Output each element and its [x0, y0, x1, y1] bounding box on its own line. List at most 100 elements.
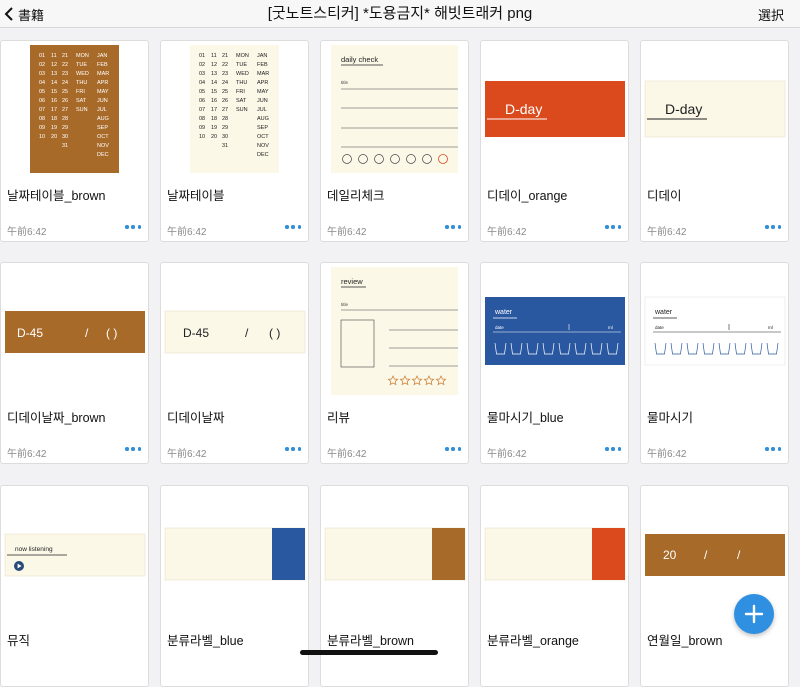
card-time: 午前6:42: [327, 449, 367, 460]
add-button[interactable]: [734, 594, 774, 634]
document-card[interactable]: 분류라벨_blue: [160, 485, 309, 687]
document-card[interactable]: 20 / / 연월일_brown: [640, 485, 789, 687]
svg-text:FEB: FEB: [97, 62, 108, 68]
svg-text:JUL: JUL: [97, 107, 107, 113]
svg-text:06: 06: [199, 98, 205, 104]
svg-text:DEC: DEC: [97, 152, 109, 158]
svg-text:JUN: JUN: [97, 98, 108, 104]
svg-text:13: 13: [211, 71, 217, 77]
select-button[interactable]: 選択: [758, 5, 784, 24]
svg-text:16: 16: [51, 98, 57, 104]
card-time: 午前6:42: [647, 227, 687, 238]
review-heading: review: [341, 277, 363, 286]
document-card[interactable]: water date ml 물마시기_blue 午前6:42: [480, 262, 629, 464]
svg-text:27: 27: [62, 107, 68, 113]
thumbnail: [161, 486, 308, 622]
svg-text:01: 01: [199, 53, 205, 59]
card-title: 디데이날짜: [167, 411, 225, 425]
svg-text:SAT: SAT: [236, 98, 247, 104]
ellipsis-icon[interactable]: [765, 221, 781, 233]
water-heading: water: [494, 309, 513, 316]
thumbnail: D-day: [641, 41, 788, 177]
card-title: 디데이_orange: [487, 189, 568, 203]
ellipsis-icon[interactable]: [445, 221, 461, 233]
svg-text:25: 25: [62, 89, 68, 95]
document-card[interactable]: 분류라벨_brown: [320, 485, 469, 687]
document-card[interactable]: D-day 디데이 午前6:42: [640, 40, 789, 242]
card-time: 午前6:42: [167, 449, 207, 460]
thumbnail: now listening: [1, 486, 148, 622]
water-date: date: [655, 325, 664, 330]
svg-text:09: 09: [199, 125, 205, 131]
svg-text:WED: WED: [76, 71, 89, 77]
svg-text:TUE: TUE: [236, 62, 247, 68]
daily-check-field: title: [341, 80, 349, 85]
back-button[interactable]: 書籍: [4, 4, 44, 24]
document-card[interactable]: D-45 / ( ) 디데이날짜 午前6:42: [160, 262, 309, 464]
svg-text:09: 09: [39, 125, 45, 131]
svg-text:07: 07: [39, 107, 45, 113]
water-heading: water: [654, 309, 673, 316]
document-card[interactable]: now listening 뮤직: [0, 485, 149, 687]
svg-text:17: 17: [51, 107, 57, 113]
card-time: 午前6:42: [7, 449, 47, 460]
thumbnail: D-day: [481, 41, 628, 177]
svg-text:20: 20: [211, 134, 217, 140]
svg-text:08: 08: [199, 116, 205, 122]
document-card[interactable]: 분류라벨_orange: [480, 485, 629, 687]
svg-text:28: 28: [222, 116, 228, 122]
ellipsis-icon[interactable]: [125, 221, 141, 233]
document-card[interactable]: D-day 디데이_orange 午前6:42: [480, 40, 629, 242]
svg-text:12: 12: [51, 62, 57, 68]
svg-text:22: 22: [222, 62, 228, 68]
ellipsis-icon[interactable]: [445, 443, 461, 455]
svg-text:TUE: TUE: [76, 62, 87, 68]
card-time: 午前6:42: [327, 227, 367, 238]
document-card[interactable]: daily check title 데일리체크 午前6:42: [320, 40, 469, 242]
svg-text:08: 08: [39, 116, 45, 122]
dday-date-label: D-45: [17, 326, 43, 340]
svg-text:22: 22: [62, 62, 68, 68]
svg-text:25: 25: [222, 89, 228, 95]
ellipsis-icon[interactable]: [605, 221, 621, 233]
svg-text:WED: WED: [236, 71, 249, 77]
thumbnail: [321, 486, 468, 622]
svg-text:SEP: SEP: [97, 125, 108, 131]
svg-text:04: 04: [199, 80, 205, 86]
ellipsis-icon[interactable]: [125, 443, 141, 455]
thumbnail: water date ml: [481, 263, 628, 399]
svg-text:JAN: JAN: [257, 53, 267, 59]
svg-text:THU: THU: [76, 80, 87, 86]
document-card[interactable]: water date ml 물마시기 午前6:42: [640, 262, 789, 464]
svg-text:02: 02: [39, 62, 45, 68]
svg-text:MAR: MAR: [97, 71, 109, 77]
thumbnail: [481, 486, 628, 622]
card-title: 리뷰: [327, 411, 351, 425]
svg-text:20: 20: [51, 134, 57, 140]
thumbnail: 01 02 03 04 05 06 07 08 09 10 11 12 13 14 15 16 17 18 19 2…: [161, 41, 308, 177]
page-title: [굿노트스티커] *도용금지* 해빗트래커 png: [267, 5, 533, 22]
svg-text:01: 01: [39, 53, 45, 59]
ellipsis-icon[interactable]: [605, 443, 621, 455]
dday-date-label: D-45: [183, 326, 209, 340]
document-card[interactable]: 01 02 03 04 05 06 07 08 09 10 11 12 13 14 15 16 17 18 19 2…: [0, 40, 149, 242]
svg-text:15: 15: [51, 89, 57, 95]
document-card[interactable]: review title 리뷰 午前6:42: [320, 262, 469, 464]
daily-check-heading: daily check: [341, 55, 378, 64]
water-date: date: [495, 325, 504, 330]
svg-text:03: 03: [39, 71, 45, 77]
document-card[interactable]: 01 02 03 04 05 06 07 08 09 10 11 12 13 14 15 16 17 18 19 2…: [160, 40, 309, 242]
ellipsis-icon[interactable]: [765, 443, 781, 455]
svg-text:10: 10: [199, 134, 205, 140]
ellipsis-icon[interactable]: [285, 443, 301, 455]
water-unit: ml: [608, 325, 613, 330]
dday-label: D-day: [665, 101, 702, 117]
svg-text:NOV: NOV: [97, 143, 109, 149]
svg-text:30: 30: [222, 134, 228, 140]
svg-text:FRI: FRI: [236, 89, 245, 95]
card-title: 연월일_brown: [647, 634, 723, 648]
document-card[interactable]: D-45 / ( ) 디데이날짜_brown 午前6:42: [0, 262, 149, 464]
svg-text:OCT: OCT: [97, 134, 109, 140]
ellipsis-icon[interactable]: [285, 221, 301, 233]
svg-text:FEB: FEB: [257, 62, 268, 68]
